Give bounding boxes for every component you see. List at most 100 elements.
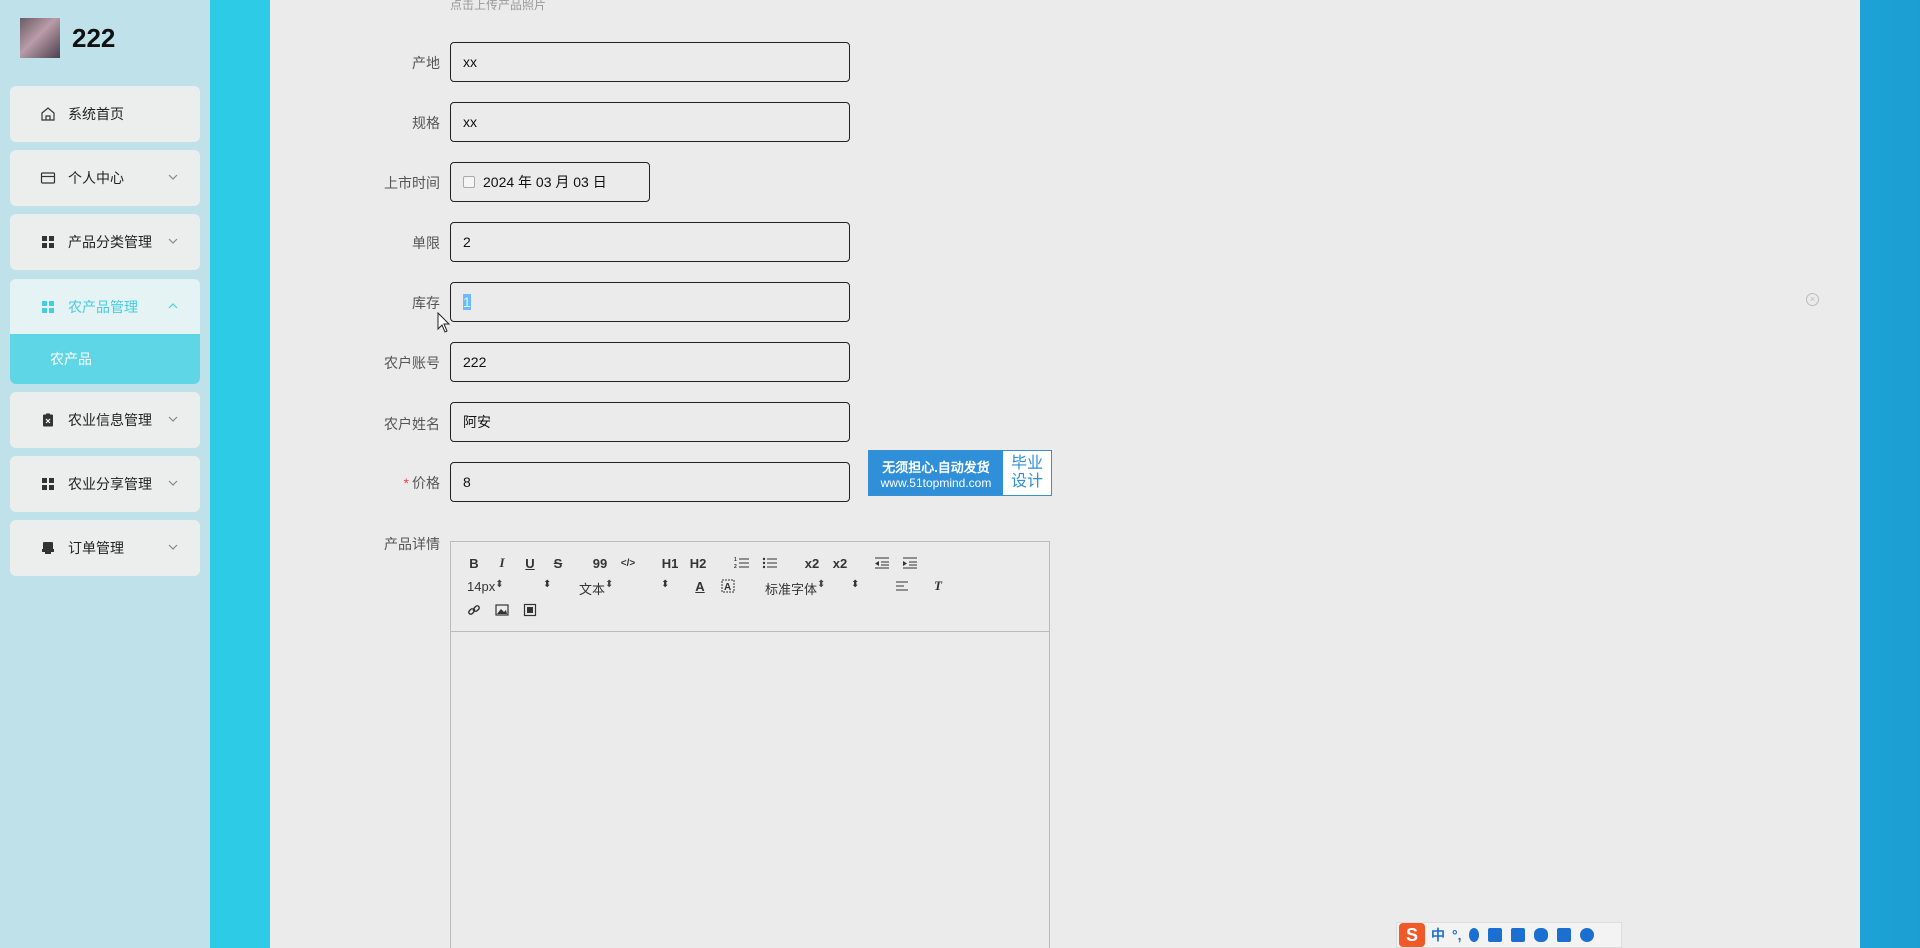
upload-hint: 点击上传产品照片	[450, 0, 547, 12]
chevron-down-icon	[166, 234, 180, 248]
spec-field[interactable]: xx	[450, 102, 850, 142]
strike-button[interactable]: S	[549, 554, 567, 572]
subscript-button[interactable]: x2	[803, 554, 821, 572]
sidebar-item-label: 农业分享管理	[68, 476, 152, 492]
sidebar-item-home[interactable]: 系统首页	[10, 86, 200, 142]
punctuation-icon[interactable]: °,	[1452, 927, 1462, 943]
sidebar-item-personal-center[interactable]: 个人中心	[10, 150, 200, 206]
farmer-name-field[interactable]: 阿安	[450, 402, 850, 442]
chevron-down-icon	[166, 540, 180, 554]
sidebar-item-agri-share[interactable]: 农业分享管理	[10, 456, 200, 512]
sogou-logo-icon: S	[1399, 923, 1425, 947]
align-icon[interactable]	[893, 577, 911, 595]
chevron-up-icon	[166, 299, 180, 313]
chevron-down-icon	[166, 476, 180, 490]
indent-icon[interactable]	[901, 554, 919, 572]
robot-icon[interactable]	[1533, 928, 1548, 942]
home-icon	[40, 106, 56, 122]
rich-text-editor[interactable]: B I U S 99 </> H1 H2 12 x2 x2 14px ⬍ 文本 ⬍	[450, 541, 1050, 948]
ime-language[interactable]: 中	[1431, 925, 1445, 945]
sidebar-item-label: 订单管理	[68, 540, 124, 556]
sidebar-item-label: 农产品管理	[68, 299, 138, 315]
code-button[interactable]: </>	[619, 554, 637, 572]
printer-icon	[40, 540, 56, 556]
select-arrows-icon: ⬍	[661, 579, 670, 590]
launch-date-field[interactable]: 2024 年 03 月 03 日	[450, 162, 650, 202]
sidebar-item-label: 产品分类管理	[68, 234, 152, 250]
farmer-name-label: 农户姓名	[384, 416, 440, 432]
microphone-icon[interactable]	[1468, 928, 1479, 942]
stock-field[interactable]: 1	[450, 282, 850, 322]
clear-format-icon[interactable]: T	[929, 577, 947, 595]
chevron-down-icon	[166, 412, 180, 426]
bold-button[interactable]: B	[465, 554, 483, 572]
italic-button[interactable]: I	[493, 554, 511, 572]
promo-right: 毕业 设计	[1003, 451, 1051, 495]
skin-icon[interactable]	[1510, 928, 1525, 942]
promo-right-line2: 设计	[1010, 473, 1043, 490]
svg-text:A: A	[724, 582, 731, 593]
video-icon[interactable]	[521, 601, 539, 619]
required-mark: *	[403, 475, 409, 491]
avatar[interactable]	[20, 18, 60, 58]
promo-url: www.51topmind.com	[880, 475, 992, 490]
ime-toolbar[interactable]: S 中 °,	[1396, 922, 1622, 948]
date-checkbox[interactable]	[463, 176, 475, 188]
font-size-select[interactable]: 14px ⬍	[467, 579, 551, 594]
price-label: * 价格	[320, 473, 440, 493]
quote-button[interactable]: 99	[591, 554, 609, 572]
promo-left: 无须担心.自动发货 www.51topmind.com	[869, 451, 1003, 495]
font-family-value: 标准字体	[765, 582, 818, 597]
price-field[interactable]: 8	[450, 462, 850, 502]
font-color-icon[interactable]: A	[691, 577, 709, 595]
origin-field[interactable]: xx	[450, 42, 850, 82]
underline-button[interactable]: U	[521, 554, 539, 572]
details-label: 产品详情	[384, 536, 440, 552]
profile: 222	[20, 18, 115, 58]
sidebar-item-orders[interactable]: 订单管理	[10, 520, 200, 576]
grid-icon	[40, 299, 56, 315]
mouse-cursor-icon	[437, 311, 451, 339]
settings-icon[interactable]	[1579, 928, 1594, 942]
toolbox-icon[interactable]	[1556, 928, 1571, 942]
grid-icon	[40, 234, 56, 250]
spec-label: 规格	[412, 115, 440, 131]
farmer-account-field[interactable]: 222	[450, 342, 850, 382]
svg-text:2: 2	[734, 564, 737, 570]
sidebar-item-label: 个人中心	[68, 170, 124, 186]
sidebar: 222 系统首页 个人中心 产品分类管理 农产品管理 农产品 农业信息管理 农业…	[0, 0, 210, 948]
farmer-account-label: 农户账号	[384, 355, 440, 371]
h1-button[interactable]: H1	[661, 554, 679, 572]
outdent-icon[interactable]	[873, 554, 891, 572]
image-icon[interactable]	[493, 601, 511, 619]
font-size-value: 14px	[467, 579, 496, 594]
sidebar-item-agri-info[interactable]: 农业信息管理	[10, 392, 200, 448]
link-icon[interactable]	[465, 601, 483, 619]
sidebar-item-category[interactable]: 产品分类管理	[10, 214, 200, 270]
stock-label: 库存	[412, 295, 440, 311]
sidebar-subitem-products[interactable]: 农产品	[10, 334, 200, 384]
grid-icon	[40, 476, 56, 492]
chevron-down-icon	[166, 170, 180, 184]
card-icon	[40, 170, 56, 186]
superscript-button[interactable]: x2	[831, 554, 849, 572]
background-color-icon[interactable]: A	[719, 577, 737, 595]
sidebar-item-products[interactable]: 农产品管理	[10, 279, 200, 335]
launch-date-value: 2024 年 03 月 03 日	[483, 174, 607, 190]
bullet-list-icon[interactable]	[761, 554, 779, 572]
select-arrows-icon: ⬍	[851, 579, 860, 590]
limit-label: 单限	[412, 235, 440, 251]
launch-date-label: 上市时间	[384, 175, 440, 191]
promo-banner[interactable]: 无须担心.自动发货 www.51topmind.com 毕业 设计	[868, 450, 1052, 496]
font-family-select[interactable]: 标准字体 ⬍	[765, 579, 859, 598]
sidebar-item-label: 系统首页	[68, 106, 124, 122]
keyboard-icon[interactable]	[1487, 928, 1502, 942]
h2-button[interactable]: H2	[689, 554, 707, 572]
promo-right-line1: 毕业	[1010, 455, 1043, 472]
ordered-list-icon[interactable]: 12	[733, 554, 751, 572]
stock-value: 1	[463, 294, 471, 310]
limit-field[interactable]: 2	[450, 222, 850, 262]
clipboard-icon	[40, 412, 56, 428]
text-type-select[interactable]: 文本 ⬍	[579, 579, 669, 598]
close-icon[interactable]: ×	[1806, 293, 1819, 306]
